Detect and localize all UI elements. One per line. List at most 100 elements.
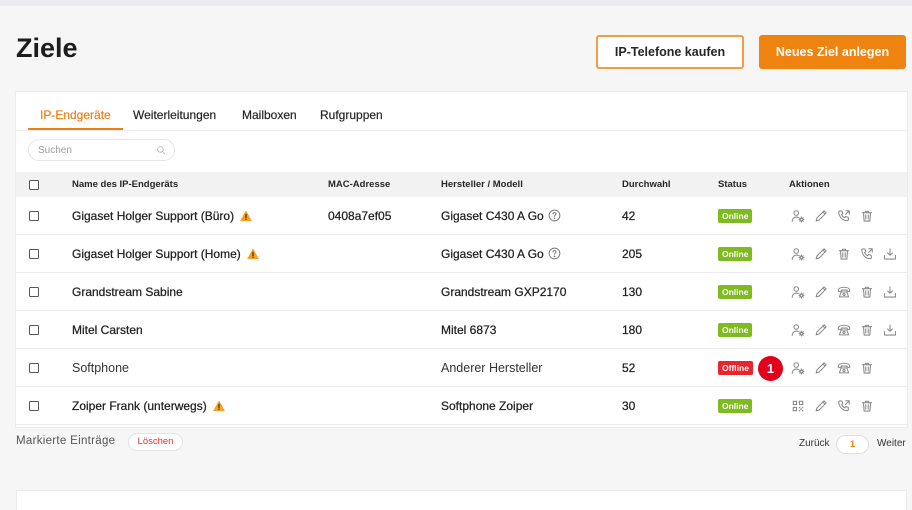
extension: 205: [622, 246, 643, 261]
tab-ip-devices[interactable]: IP-Endgeräte: [28, 104, 123, 130]
row-checkbox[interactable]: [29, 249, 39, 259]
pencil-icon[interactable]: [814, 247, 828, 261]
extension: 52: [622, 360, 636, 375]
delete-button[interactable]: Löschen: [128, 433, 183, 451]
row-actions: [791, 311, 897, 348]
warning-icon: [247, 248, 259, 260]
table-row: Zoiper Frank (unterwegs) Softphone Zoipe…: [16, 387, 907, 425]
device-name[interactable]: Gigaset Holger Support (Büro): [72, 208, 234, 222]
call-forward-icon[interactable]: [837, 399, 851, 413]
search-box[interactable]: [28, 139, 175, 161]
buy-ip-phones-button[interactable]: IP-Telefone kaufen: [596, 35, 744, 69]
marked-entries-label: Markierte Einträge: [16, 435, 116, 447]
device-name[interactable]: Mitel Carsten: [72, 322, 143, 336]
tab-mailboxes[interactable]: Mailboxen: [230, 104, 309, 130]
row-actions: [791, 387, 874, 424]
top-bar: [0, 0, 912, 6]
help-icon[interactable]: [548, 247, 561, 260]
warning-icon: [240, 210, 252, 222]
column-header-name[interactable]: Name des IP-Endgeräts: [72, 172, 178, 197]
user-settings-icon[interactable]: [791, 323, 805, 337]
extension: 30: [622, 398, 636, 413]
trash-icon[interactable]: [860, 361, 874, 375]
search-icon[interactable]: [156, 145, 166, 155]
page-title: Ziele: [16, 33, 78, 63]
pencil-icon[interactable]: [814, 285, 828, 299]
row-checkbox[interactable]: [29, 287, 39, 297]
user-settings-icon[interactable]: [791, 361, 805, 375]
trash-icon[interactable]: [860, 209, 874, 223]
device-name[interactable]: Grandstream Sabine: [72, 284, 183, 298]
desk-phone-icon[interactable]: [837, 285, 851, 299]
device-name-cell: Gigaset Holger Support (Büro): [72, 197, 252, 234]
status-cell: Online: [718, 311, 753, 348]
pagination-prev[interactable]: Zurück: [799, 437, 830, 451]
model-cell: Softphone Zoiper: [441, 387, 533, 424]
qr-code-icon[interactable]: [791, 399, 805, 413]
row-checkbox[interactable]: [29, 325, 39, 335]
model-name: Softphone Zoiper: [441, 398, 534, 413]
pagination-current-page[interactable]: 1: [836, 435, 869, 454]
trash-icon[interactable]: [860, 399, 874, 413]
call-forward-icon[interactable]: [837, 209, 851, 223]
user-settings-icon[interactable]: [791, 247, 805, 261]
table-row: Gigaset Holger Support (Home) Gigaset C4…: [16, 235, 907, 273]
model-cell: Gigaset C430 A Go: [441, 197, 561, 234]
device-name-cell: Grandstream Sabine: [72, 273, 183, 310]
tab-forwardings[interactable]: Weiterleitungen: [121, 104, 228, 130]
trash-icon[interactable]: [860, 323, 874, 337]
row-checkbox[interactable]: [29, 401, 39, 411]
row-checkbox[interactable]: [29, 211, 39, 221]
status-badge: Online: [718, 208, 753, 223]
row-actions: [791, 235, 897, 272]
pencil-icon[interactable]: [814, 399, 828, 413]
trash-icon[interactable]: [860, 285, 874, 299]
tab-call-groups[interactable]: Rufgruppen: [308, 104, 395, 130]
status-badge: Online: [718, 284, 753, 299]
device-name[interactable]: Gigaset Holger Support (Home): [72, 246, 241, 260]
extension: 130: [622, 284, 643, 299]
user-settings-icon[interactable]: [791, 209, 805, 223]
model-name: Anderer Hersteller: [441, 360, 543, 375]
desk-phone-icon[interactable]: [837, 361, 851, 375]
status-badge: Online: [718, 246, 753, 261]
row-actions: [791, 273, 897, 310]
download-tray-icon[interactable]: [883, 247, 897, 261]
desk-phone-icon[interactable]: [837, 323, 851, 337]
device-name-cell: Mitel Carsten: [72, 311, 143, 348]
pagination-next[interactable]: Weiter: [877, 437, 906, 451]
device-name[interactable]: Softphone: [72, 361, 129, 375]
search-input[interactable]: [38, 144, 156, 156]
select-all-checkbox[interactable]: [29, 180, 39, 190]
row-checkbox[interactable]: [29, 363, 39, 373]
status-cell: Online: [718, 197, 753, 234]
column-header-mac[interactable]: MAC-Adresse: [328, 172, 390, 197]
device-name[interactable]: Zoiper Frank (unterwegs): [72, 398, 207, 412]
column-header-model[interactable]: Hersteller / Modell: [441, 172, 523, 197]
device-name-cell: Softphone: [72, 349, 129, 386]
device-name-cell: Zoiper Frank (unterwegs): [72, 387, 225, 424]
pencil-icon[interactable]: [814, 361, 828, 375]
download-tray-icon[interactable]: [883, 285, 897, 299]
call-forward-icon[interactable]: [860, 247, 874, 261]
user-settings-icon[interactable]: [791, 285, 805, 299]
trash-icon[interactable]: [837, 247, 851, 261]
pencil-icon[interactable]: [814, 323, 828, 337]
model-name: Gigaset C430 A Go: [441, 208, 544, 223]
model-name: Mitel 6873: [441, 322, 497, 337]
pencil-icon[interactable]: [814, 209, 828, 223]
row-actions: [791, 349, 874, 386]
model-cell: Mitel 6873: [441, 311, 497, 348]
column-header-status[interactable]: Status: [718, 172, 747, 197]
status-badge: Online: [718, 398, 753, 413]
column-header-extension[interactable]: Durchwahl: [622, 172, 671, 197]
status-cell: Offline: [718, 349, 753, 386]
download-tray-icon[interactable]: [883, 323, 897, 337]
new-target-button[interactable]: Neues Ziel anlegen: [759, 35, 906, 69]
table-header: Name des IP-Endgeräts MAC-Adresse Herste…: [16, 172, 907, 197]
column-header-actions: Aktionen: [789, 179, 830, 190]
help-icon[interactable]: [548, 209, 561, 222]
extension: 42: [622, 208, 636, 223]
status-badge: Offline: [718, 360, 753, 375]
warning-icon: [213, 400, 225, 412]
